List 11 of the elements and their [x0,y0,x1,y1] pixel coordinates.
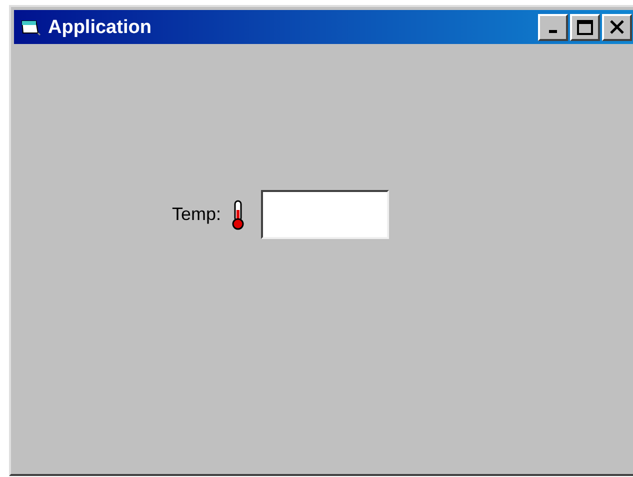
thermometer-icon [231,200,246,230]
close-button[interactable] [602,14,632,40]
temp-label: Temp: [172,203,222,226]
close-icon [610,20,624,34]
temp-field[interactable] [261,190,390,239]
window-title: Application [48,18,152,36]
minimize-button[interactable] [538,14,568,40]
minimize-icon [549,30,557,33]
window-icon [20,18,42,36]
maximize-button[interactable] [570,14,600,40]
maximize-icon [577,20,593,34]
